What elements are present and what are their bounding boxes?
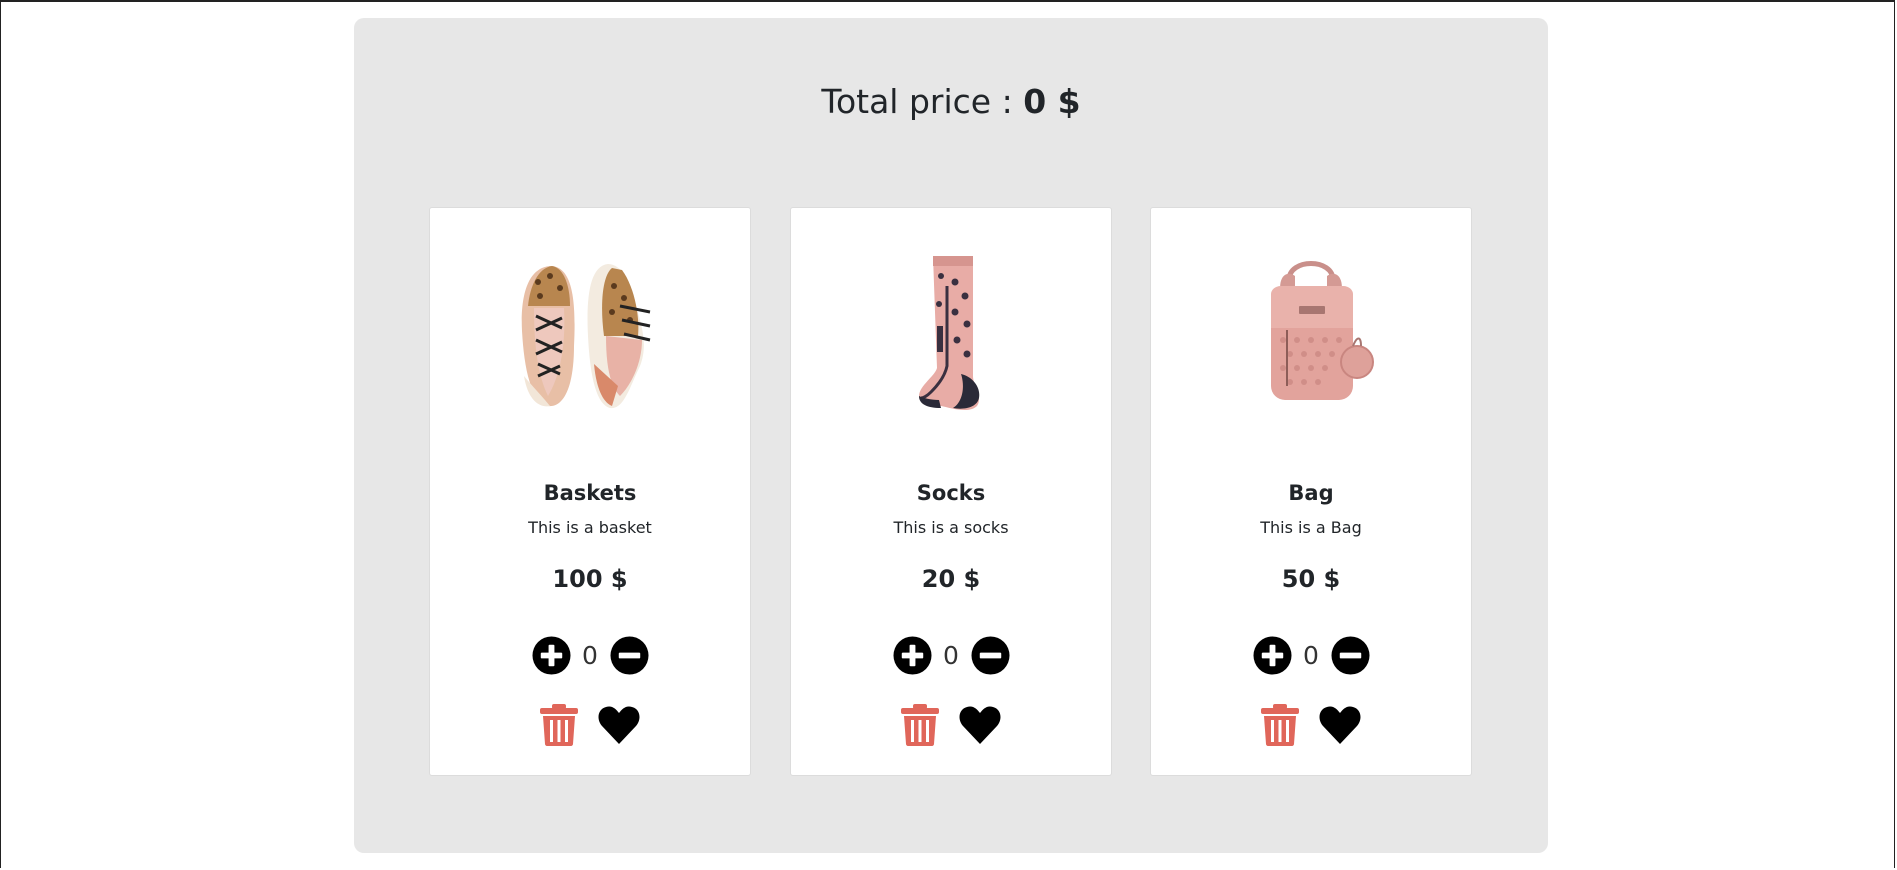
quantity-value: 0 — [1303, 640, 1319, 670]
heart-icon[interactable] — [1319, 706, 1361, 744]
product-name: Socks — [916, 481, 986, 505]
product-description: This is a basket — [528, 518, 652, 537]
product-price: 100 $ — [552, 565, 628, 593]
product-price: 20 $ — [921, 565, 981, 593]
total-price-label: Total price : — [821, 82, 1013, 121]
minus-circle-icon[interactable] — [609, 635, 649, 675]
minus-circle-icon[interactable] — [1330, 635, 1370, 675]
total-price-value: 0 $ — [1023, 82, 1081, 121]
heart-icon[interactable] — [959, 706, 1001, 744]
heart-icon[interactable] — [598, 706, 640, 744]
product-description: This is a socks — [893, 518, 1009, 537]
card-actions — [791, 702, 1111, 748]
product-description: This is a Bag — [1260, 518, 1362, 537]
sock-image — [851, 236, 1051, 436]
product-price: 50 $ — [1281, 565, 1341, 593]
plus-circle-icon[interactable] — [892, 635, 932, 675]
trash-icon[interactable] — [901, 704, 939, 746]
minus-circle-icon[interactable] — [970, 635, 1010, 675]
plus-circle-icon[interactable] — [1252, 635, 1292, 675]
product-card-bag: Bag This is a Bag 50 $ 0 — [1150, 207, 1472, 776]
quantity-value: 0 — [943, 640, 959, 670]
trash-icon[interactable] — [540, 704, 578, 746]
trash-icon[interactable] — [1261, 704, 1299, 746]
quantity-value: 0 — [582, 640, 598, 670]
product-card-baskets: Baskets This is a basket 100 $ 0 — [429, 207, 751, 776]
card-actions — [430, 702, 750, 748]
sneakers-image — [490, 236, 690, 436]
product-card-socks: Socks This is a socks 20 $ 0 — [790, 207, 1112, 776]
quantity-control: 0 — [791, 635, 1111, 675]
quantity-control: 0 — [430, 635, 750, 675]
total-price: Total price : 0 $ — [354, 82, 1548, 122]
card-actions — [1151, 702, 1471, 748]
product-name: Baskets — [543, 481, 637, 505]
plus-circle-icon[interactable] — [531, 635, 571, 675]
shopping-cart-panel: Total price : 0 $ Baskets This is a bask… — [354, 18, 1548, 853]
product-name: Bag — [1288, 481, 1334, 505]
quantity-control: 0 — [1151, 635, 1471, 675]
backpack-image — [1211, 236, 1411, 436]
